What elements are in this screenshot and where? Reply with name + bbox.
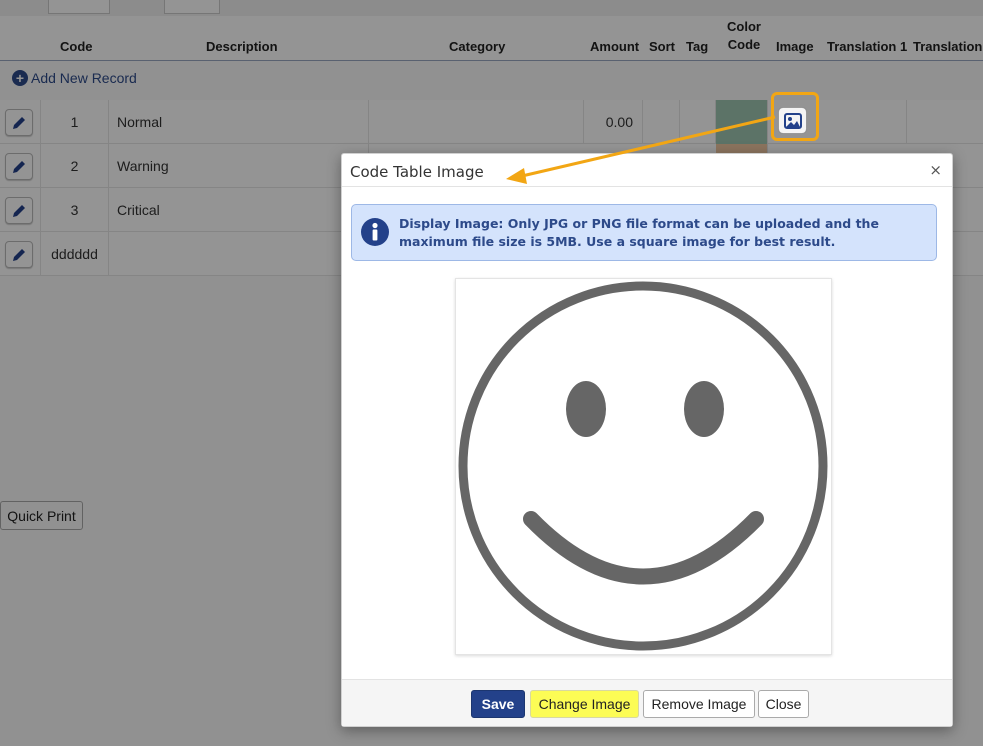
close-button[interactable]: Close <box>758 690 809 718</box>
info-icon <box>361 218 389 246</box>
save-button[interactable]: Save <box>471 690 525 718</box>
info-message: Display Image: Only JPG or PNG file form… <box>351 204 937 261</box>
close-icon[interactable]: × <box>929 163 942 178</box>
dialog-footer: Save Change Image Remove Image Close <box>342 679 952 726</box>
image-button-highlighted[interactable] <box>778 107 807 134</box>
image-icon <box>783 112 802 129</box>
dialog-header: Code Table Image × <box>342 154 952 187</box>
smiley-face-icon <box>458 281 828 651</box>
image-preview <box>455 278 832 655</box>
change-image-button[interactable]: Change Image <box>530 690 639 718</box>
dialog-title: Code Table Image <box>350 163 484 181</box>
info-message-text: Display Image: Only JPG or PNG file form… <box>399 216 879 249</box>
remove-image-button[interactable]: Remove Image <box>643 690 755 718</box>
code-table-image-dialog: Code Table Image × Display Image: Only J… <box>341 153 953 727</box>
